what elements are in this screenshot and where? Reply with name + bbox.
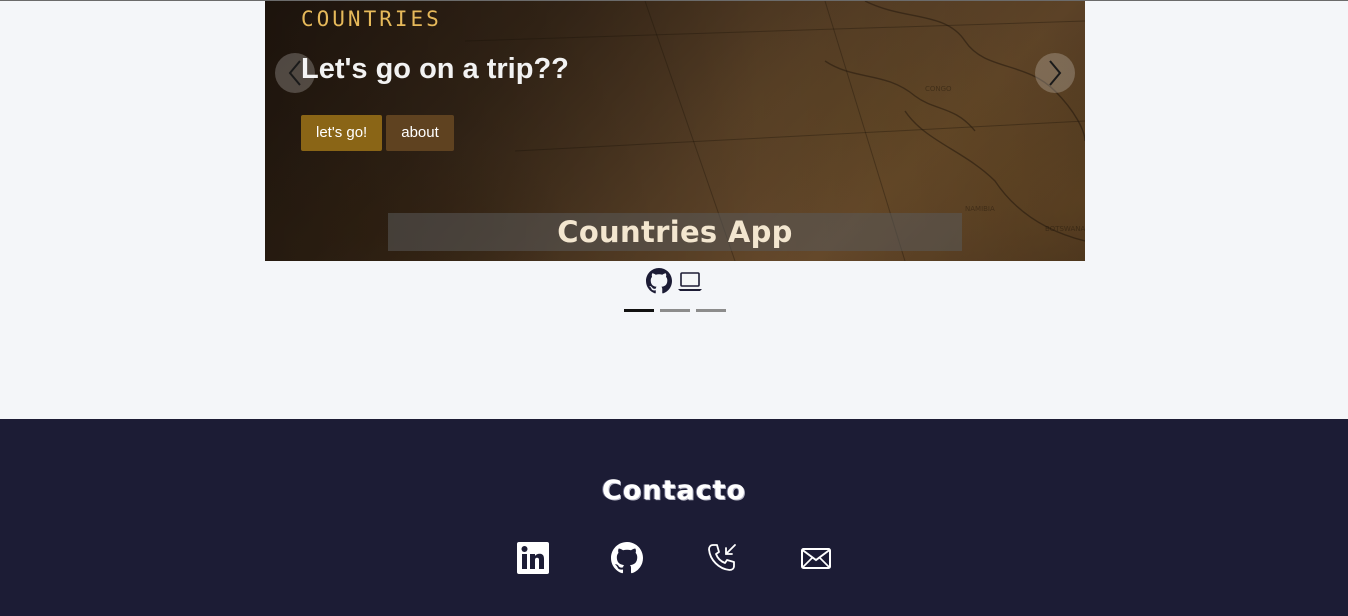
slide-caption: Countries App: [388, 213, 962, 251]
carousel-indicators: [624, 309, 726, 312]
contact-title: Contacto: [601, 475, 747, 506]
laptop-icon[interactable]: [676, 268, 704, 294]
chevron-left-icon: [288, 60, 301, 86]
carousel-indicator-1[interactable]: [624, 309, 654, 312]
carousel-indicator-2[interactable]: [660, 309, 690, 312]
carousel-next-button[interactable]: [1035, 53, 1075, 93]
about-button[interactable]: about: [386, 115, 454, 151]
slide-caption-text: Countries App: [557, 215, 793, 249]
carousel-prev-button[interactable]: [275, 53, 315, 93]
github-icon[interactable]: [611, 542, 643, 574]
project-links: [646, 268, 704, 294]
carousel-indicator-3[interactable]: [696, 309, 726, 312]
slide-heading: Let's go on a trip??: [301, 53, 569, 85]
linkedin-icon[interactable]: [517, 542, 549, 574]
slide-kicker: COUNTRIES: [301, 7, 442, 31]
mail-icon[interactable]: [800, 542, 832, 574]
chevron-right-icon: [1049, 60, 1062, 86]
phone-icon[interactable]: [706, 542, 738, 574]
footer: Contacto: [0, 419, 1348, 616]
project-carousel: CONGO NAMIBIA BOTSWANA COUNTRIES Let's g…: [265, 1, 1085, 261]
github-icon[interactable]: [646, 268, 672, 294]
slide-button-group: let's go! about: [301, 115, 454, 151]
lets-go-button[interactable]: let's go!: [301, 115, 383, 151]
